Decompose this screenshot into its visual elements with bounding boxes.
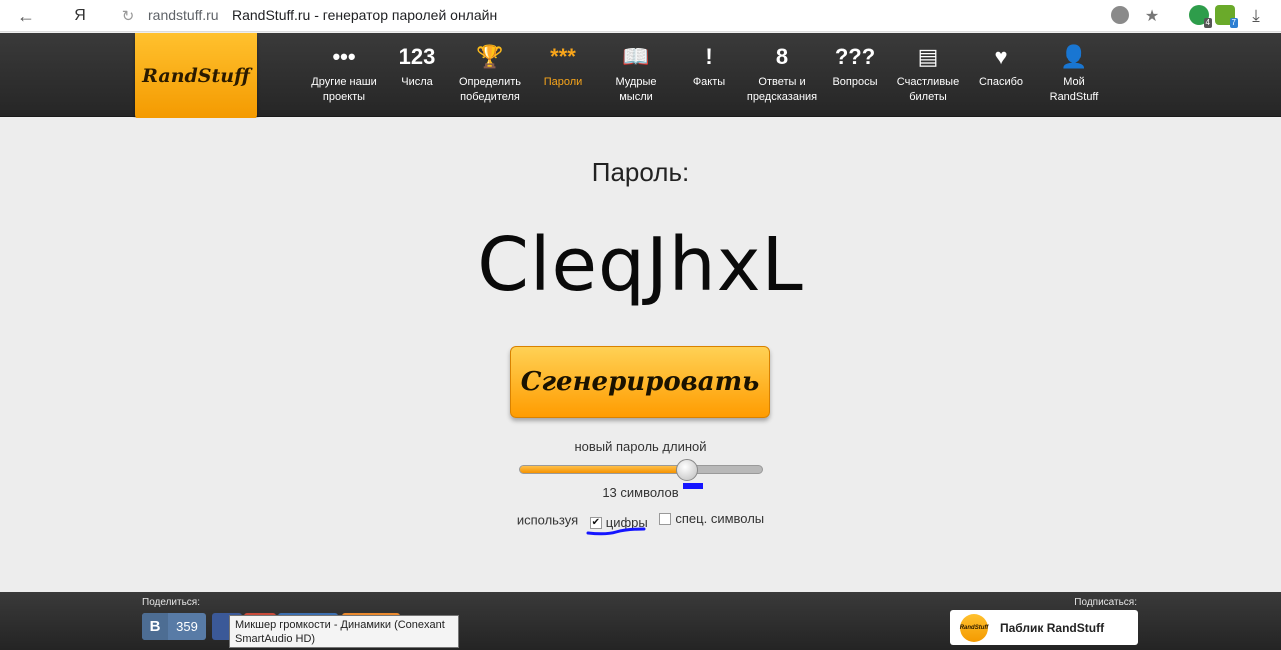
blue-underline-annotation: [586, 527, 646, 536]
shield-extension-icon[interactable]: 4: [1189, 5, 1212, 28]
url-domain[interactable]: randstuff.ru: [148, 7, 219, 23]
nav-item-label: Счастливые билеты: [896, 76, 960, 103]
yandex-logo-icon[interactable]: Я: [68, 4, 92, 28]
subscribe-label: Подписаться:: [1074, 597, 1137, 608]
user-icon: 👤: [1060, 44, 1088, 69]
nav-item-6[interactable]: 8 Ответы и предсказания: [740, 33, 824, 117]
vk-icon: B: [142, 613, 168, 640]
nav-item-2[interactable]: 🏆 Определить победителя: [448, 33, 532, 117]
using-label: используя: [516, 512, 579, 528]
nav-item-0[interactable]: ••• Другие наши проекты: [302, 33, 386, 117]
nav-item-5[interactable]: ! Факты: [667, 33, 751, 117]
length-label: новый пароль длиной: [574, 439, 707, 454]
nav-item-label: Спасибо: [978, 76, 1024, 88]
password-heading: Пароль:: [591, 157, 690, 187]
questions-icon: ???: [834, 44, 876, 69]
length-value: 13 символов: [602, 485, 679, 500]
nav-item-10[interactable]: 👤 Мой RandStuff: [1032, 33, 1116, 117]
nav-item-label: Числа: [401, 76, 433, 88]
vk-share-button[interactable]: B 359: [142, 613, 206, 640]
length-slider[interactable]: [519, 459, 763, 481]
slider-thumb[interactable]: [675, 459, 698, 481]
randstuff-round-logo: RandStuff: [960, 613, 988, 642]
nav-item-8[interactable]: ▤ Счастливые билеты: [886, 33, 970, 117]
generate-button[interactable]: Сгенерировать: [510, 346, 770, 418]
nav-item-label: Вопросы: [832, 76, 878, 88]
heart-icon: ♥: [994, 44, 1008, 69]
warning-diamond-icon: !: [705, 44, 713, 69]
special-chars-label: спец. символы: [675, 511, 765, 526]
nav-item-label: Другие наши проекты: [311, 76, 377, 103]
nav-item-label: Факты: [692, 76, 726, 88]
nav-item-9[interactable]: ♥ Спасибо: [959, 33, 1043, 117]
trophy-icon: 🏆: [476, 44, 504, 69]
extension-badge: 4: [1203, 18, 1212, 28]
bookmark-star-icon[interactable]: ★: [1140, 4, 1164, 28]
password-stars-icon: ***: [550, 44, 576, 69]
nav-item-label: Мой RandStuff: [1049, 76, 1099, 103]
magic-ball-icon: 8: [775, 44, 789, 69]
special-chars-option[interactable]: спец. символы: [659, 511, 764, 526]
dots-icon: •••: [332, 44, 356, 69]
nav-item-label: Определить победителя: [458, 76, 521, 103]
extension-gear-icon[interactable]: [1111, 6, 1129, 24]
browser-toolbar: ← Я ↻ randstuff.ru RandStuff.ru - генера…: [0, 0, 1281, 32]
download-extension-icon[interactable]: 7: [1215, 5, 1238, 28]
nav-item-label: Мудрые мысли: [615, 76, 657, 103]
main-nav: ••• Другие наши проекты 123 Числа 🏆 Определит…: [0, 33, 1281, 117]
nav-item-3[interactable]: *** Пароли: [521, 33, 605, 117]
download-icon[interactable]: ⤓: [1244, 4, 1268, 28]
tickets-icon: ▤: [917, 44, 939, 69]
vk-share-count: 359: [176, 619, 198, 634]
generated-password[interactable]: CleqJhxL: [0, 222, 1281, 308]
nav-item-4[interactable]: 📖 Мудрые мысли: [594, 33, 678, 117]
generate-button-label: Сгенерировать: [520, 367, 760, 397]
nav-item-7[interactable]: ??? Вопросы: [813, 33, 897, 117]
slider-fill: [520, 466, 687, 473]
nav-item-label: Ответы и предсказания: [746, 76, 818, 103]
subscribe-button[interactable]: RandStuff Паблик RandStuff: [950, 610, 1138, 645]
special-chars-checkbox[interactable]: [659, 512, 672, 525]
share-label: Поделиться:: [142, 597, 200, 608]
subscribe-button-label: Паблик RandStuff: [1000, 620, 1105, 635]
reload-icon[interactable]: ↻: [116, 4, 140, 28]
extension-badge: 7: [1229, 18, 1238, 28]
system-tooltip: Микшер громкости - Динамики (Conexant Sm…: [229, 615, 459, 648]
page-title-tab[interactable]: RandStuff.ru - генератор паролей онлайн: [232, 7, 497, 23]
nav-item-label: Пароли: [543, 76, 583, 88]
nav-item-1[interactable]: 123 Числа: [375, 33, 459, 117]
numbers-icon: 123: [398, 44, 436, 69]
back-arrow-icon[interactable]: ←: [14, 4, 38, 28]
book-icon: 📖: [622, 44, 650, 69]
